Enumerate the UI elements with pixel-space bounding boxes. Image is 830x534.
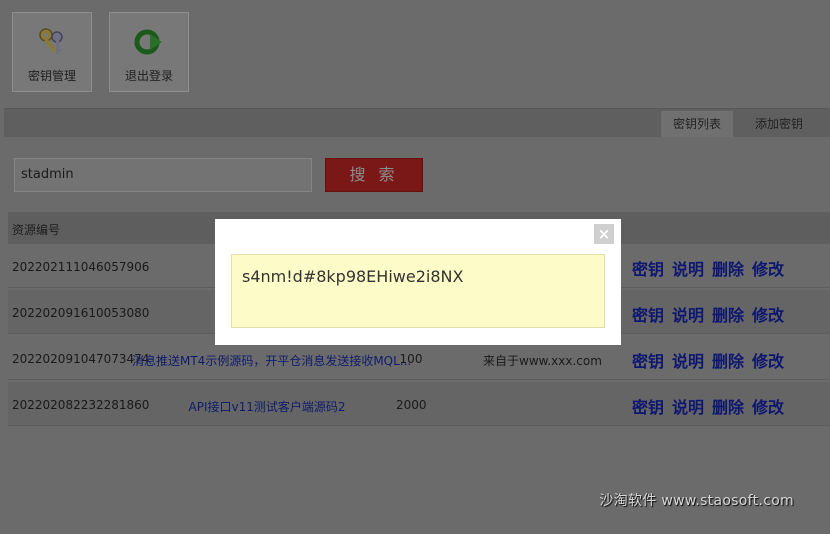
key-action-link[interactable]: 密钥 [632,306,664,325]
resource-name-link[interactable]: API接口v11测试客户端源码2 [132,398,402,415]
keys-icon [39,28,63,54]
resource-id: 202202082232281860 [12,398,150,412]
search-button[interactable]: 搜 索 [325,158,423,192]
tab-key-list[interactable]: 密钥列表 [661,111,734,137]
delete-action-link[interactable]: 删除 [712,352,744,371]
key-management-label: 密钥管理 [27,69,76,83]
close-icon[interactable]: × [594,224,614,244]
resource-source: 来自于www.xxx.com [483,354,602,368]
key-management-button[interactable]: 密钥管理 [12,12,92,92]
key-value-box[interactable]: s4nm!d#8kp98EHiwe2i8NX [231,254,605,328]
table-row: 202202082232281860 API接口v11测试客户端源码2 2000… [8,382,830,426]
resource-id: 202202111046057906 [12,260,150,274]
resource-count: 100 [399,352,423,366]
row-actions: 密钥 说明 删除 修改 [632,394,792,418]
resource-count: 2000 [396,398,427,412]
watermark: 沙淘软件 www.staosoft.com [599,493,794,509]
edit-action-link[interactable]: 修改 [752,352,784,371]
tab-add-key[interactable]: 添加密钥 [743,111,815,137]
logout-icon [134,29,162,55]
row-actions: 密钥 说明 删除 修改 [632,302,792,326]
delete-action-link[interactable]: 删除 [712,306,744,325]
key-action-link[interactable]: 密钥 [632,398,664,417]
description-action-link[interactable]: 说明 [672,398,704,417]
delete-action-link[interactable]: 删除 [712,260,744,279]
description-action-link[interactable]: 说明 [672,260,704,279]
row-actions: 密钥 说明 删除 修改 [632,256,792,280]
description-action-link[interactable]: 说明 [672,352,704,371]
delete-action-link[interactable]: 删除 [712,398,744,417]
row-actions: 密钥 说明 删除 修改 [632,348,792,372]
resource-name-link[interactable]: 消息推送MT4示例源码，开平仓消息发送接收MQL... [132,352,411,369]
edit-action-link[interactable]: 修改 [752,260,784,279]
toolbar: 密钥管理 退出登录 [0,0,830,104]
description-action-link[interactable]: 说明 [672,306,704,325]
edit-action-link[interactable]: 修改 [752,398,784,417]
key-action-link[interactable]: 密钥 [632,352,664,371]
logout-label: 退出登录 [124,69,173,83]
resource-id: 202202091047073474 [12,352,150,366]
tab-bar: 密钥列表 添加密钥 [4,108,830,137]
column-header-resource-id: 资源编号 [12,223,61,237]
search-input[interactable]: stadmin [14,158,312,192]
edit-action-link[interactable]: 修改 [752,306,784,325]
logout-button[interactable]: 退出登录 [109,12,189,92]
key-dialog: × s4nm!d#8kp98EHiwe2i8NX [215,219,621,345]
resource-id: 202202091610053080 [12,306,150,320]
key-action-link[interactable]: 密钥 [632,260,664,279]
